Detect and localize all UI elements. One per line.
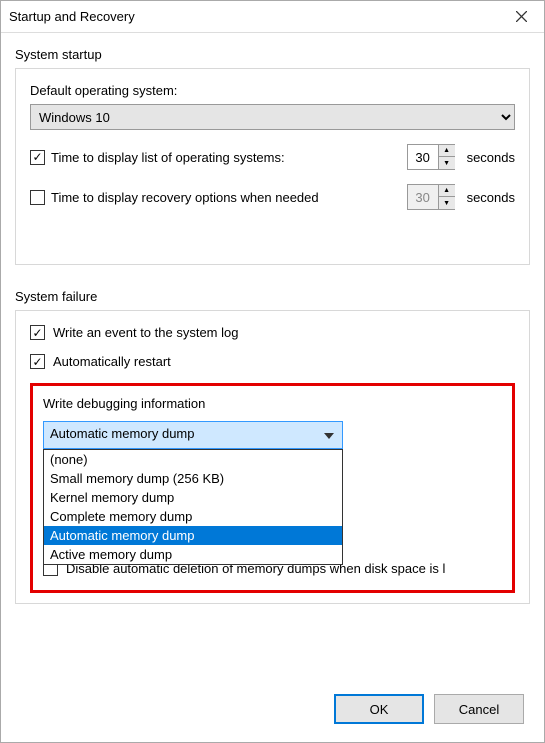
time-list-row: Time to display list of operating system… — [30, 144, 515, 170]
time-list-down-button[interactable]: ▼ — [439, 157, 455, 169]
auto-restart-row: Automatically restart — [30, 354, 515, 369]
ok-button[interactable]: OK — [334, 694, 424, 724]
close-icon — [516, 11, 527, 22]
dump-select[interactable]: Automatic memory dump — [43, 421, 343, 449]
time-recovery-row: Time to display recovery options when ne… — [30, 184, 515, 210]
default-os-label: Default operating system: — [30, 83, 515, 98]
time-recovery-spinner-buttons: ▲ ▼ — [438, 185, 455, 209]
time-recovery-label: Time to display recovery options when ne… — [51, 190, 401, 205]
system-startup-section: System startup Default operating system:… — [15, 47, 530, 265]
dump-option-active[interactable]: Active memory dump — [44, 545, 342, 564]
system-failure-label: System failure — [15, 289, 530, 304]
debug-highlight-box: Write debugging information Automatic me… — [30, 383, 515, 593]
dump-dropdown-list: (none) Small memory dump (256 KB) Kernel… — [43, 449, 343, 565]
time-recovery-checkbox[interactable] — [30, 190, 45, 205]
default-os-select[interactable]: Windows 10 — [30, 104, 515, 130]
write-event-checkbox[interactable] — [30, 325, 45, 340]
dialog-buttons: OK Cancel — [334, 694, 524, 724]
dump-option-kernel[interactable]: Kernel memory dump — [44, 488, 342, 507]
time-list-up-button[interactable]: ▲ — [439, 145, 455, 157]
time-list-input[interactable] — [408, 145, 438, 169]
close-button[interactable] — [499, 1, 544, 32]
auto-restart-checkbox[interactable] — [30, 354, 45, 369]
write-event-label: Write an event to the system log — [53, 325, 238, 340]
time-recovery-down-button: ▼ — [439, 197, 455, 209]
time-recovery-input — [408, 185, 438, 209]
system-failure-group: Write an event to the system log Automat… — [15, 310, 530, 604]
window-title: Startup and Recovery — [9, 9, 135, 24]
time-recovery-spinner[interactable]: ▲ ▼ — [407, 184, 455, 210]
dialog-window: Startup and Recovery System startup Defa… — [0, 0, 545, 743]
seconds-label-2: seconds — [467, 190, 515, 205]
titlebar: Startup and Recovery — [1, 1, 544, 33]
cancel-button[interactable]: Cancel — [434, 694, 524, 724]
dump-option-automatic[interactable]: Automatic memory dump — [44, 526, 342, 545]
system-failure-section: System failure Write an event to the sys… — [15, 289, 530, 604]
system-startup-group: Default operating system: Windows 10 Tim… — [15, 68, 530, 265]
time-list-spinner-buttons: ▲ ▼ — [438, 145, 455, 169]
time-recovery-up-button: ▲ — [439, 185, 455, 197]
dump-select-container: Automatic memory dump (none) Small memor… — [43, 421, 343, 449]
dump-option-small[interactable]: Small memory dump (256 KB) — [44, 469, 342, 488]
dump-option-complete[interactable]: Complete memory dump — [44, 507, 342, 526]
debug-info-label: Write debugging information — [43, 396, 502, 411]
content-area: System startup Default operating system:… — [1, 33, 544, 604]
system-startup-label: System startup — [15, 47, 530, 62]
time-list-label: Time to display list of operating system… — [51, 150, 401, 165]
auto-restart-label: Automatically restart — [53, 354, 171, 369]
write-event-row: Write an event to the system log — [30, 325, 515, 340]
time-list-spinner[interactable]: ▲ ▼ — [407, 144, 455, 170]
seconds-label-1: seconds — [467, 150, 515, 165]
time-list-checkbox[interactable] — [30, 150, 45, 165]
dump-option-none[interactable]: (none) — [44, 450, 342, 469]
